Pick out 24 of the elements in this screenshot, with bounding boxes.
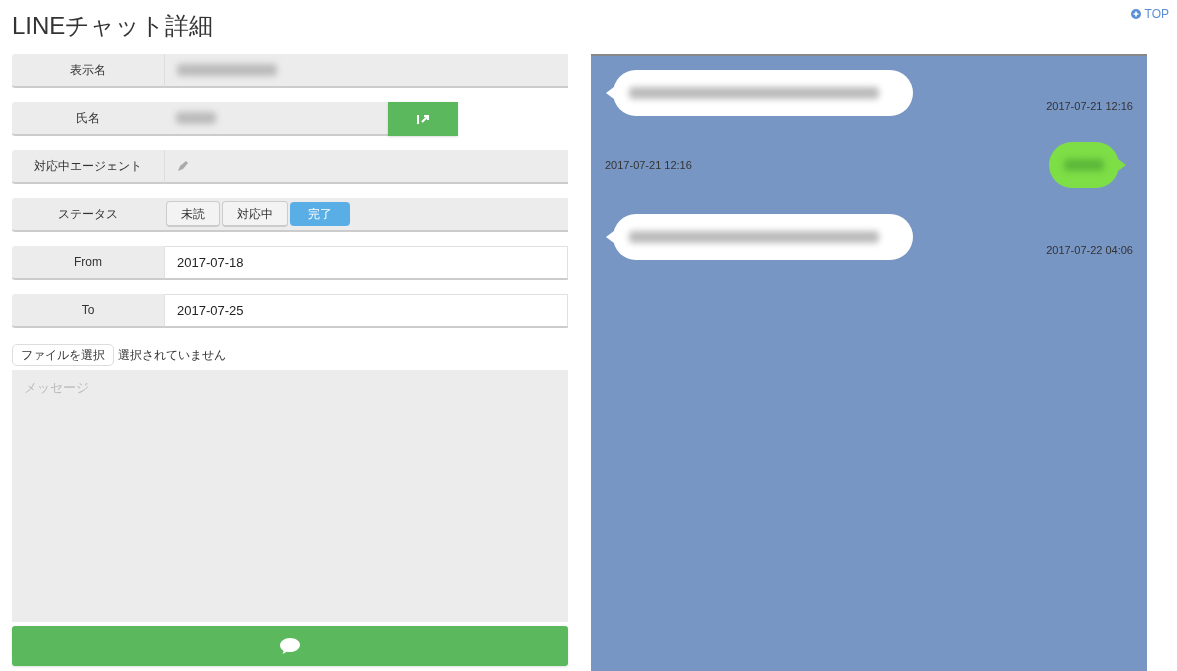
field-label: 対応中エージェント	[12, 150, 164, 184]
message-time: 2017-07-21 12:16	[605, 157, 692, 173]
field-label: To	[12, 294, 164, 328]
blurred-text	[176, 112, 216, 124]
pencil-icon[interactable]	[177, 160, 189, 172]
field-label: 表示名	[12, 54, 164, 88]
file-button[interactable]: ファイルを選択	[12, 344, 114, 366]
edit-button[interactable]	[388, 102, 458, 136]
external-link-icon	[416, 113, 430, 125]
field-label: ステータス	[12, 198, 164, 232]
speech-bubble-icon	[279, 637, 301, 655]
field-label: From	[12, 246, 164, 280]
plus-icon	[1130, 9, 1141, 19]
file-status: 選択されていません	[118, 347, 226, 364]
page-title: LINEチャット詳細	[12, 11, 214, 41]
blurred-text	[1064, 159, 1104, 171]
date-field[interactable]: 2017-07-18	[164, 246, 568, 280]
date-field[interactable]: 2017-07-25	[164, 294, 568, 328]
send-button[interactable]	[12, 626, 568, 666]
status-button[interactable]: 対応中	[222, 201, 288, 227]
message-time: 2017-07-22 04:06	[1046, 242, 1133, 258]
message-time: 2017-07-21 12:16	[1046, 98, 1133, 114]
status-button[interactable]: 未読	[166, 201, 220, 227]
field-label: 氏名	[12, 102, 164, 136]
